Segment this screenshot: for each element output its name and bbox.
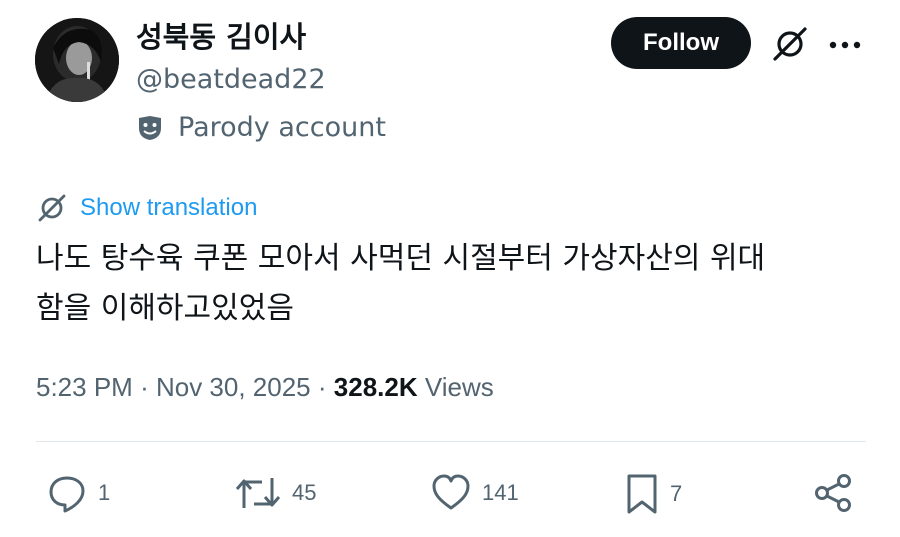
grok-icon[interactable] [770, 24, 810, 68]
avatar-image [35, 18, 119, 102]
follow-button[interactable]: Follow [611, 17, 751, 69]
like-count: 141 [482, 480, 519, 505]
grok-icon [38, 194, 66, 222]
divider [36, 441, 866, 442]
display-name[interactable]: 성북동 김이사 [136, 18, 306, 56]
views-count: 328.2K [333, 372, 418, 402]
bookmark-icon [627, 474, 657, 514]
parody-label: Parody account [178, 112, 386, 143]
bookmark-count: 7 [670, 481, 683, 506]
share-button[interactable] [812, 472, 854, 514]
reply-count: 1 [98, 480, 111, 505]
user-handle[interactable]: @beatdead22 [136, 62, 326, 98]
tweet-time[interactable]: 5:23 PM [36, 372, 133, 402]
show-translation-link[interactable]: Show translation [36, 192, 257, 224]
heart-icon [432, 474, 470, 510]
bookmark-button[interactable]: 7 [624, 472, 682, 516]
show-translation-label[interactable]: Show translation [80, 192, 257, 224]
parody-badge: Parody account [136, 110, 386, 146]
like-button[interactable]: 141 [430, 472, 519, 514]
tweet-date[interactable]: Nov 30, 2025 [156, 372, 311, 402]
tweet-text: 나도 탕수육 쿠폰 모아서 사먹던 시절부터 가상자산의 위대 함을 이해하고있… [36, 234, 876, 334]
share-icon [815, 474, 851, 512]
avatar[interactable] [35, 18, 119, 102]
theater-masks-icon [139, 116, 161, 140]
meta-separator: · [317, 372, 327, 402]
reply-button[interactable]: 1 [46, 472, 110, 514]
more-icon[interactable] [828, 36, 862, 55]
tweet-text-line: 함을 이해하고있었음 [36, 291, 294, 326]
repost-count: 45 [292, 480, 317, 505]
reply-icon [49, 476, 85, 513]
views-label: Views [424, 372, 494, 402]
meta-separator: · [140, 372, 149, 402]
tweet-text-line: 나도 탕수육 쿠폰 모아서 사먹던 시절부터 가상자산의 위대 [36, 241, 766, 276]
tweet-meta: 5:23 PM · Nov 30, 2025 · 328.2K Views [36, 369, 494, 405]
repost-button[interactable]: 45 [234, 472, 316, 514]
repost-icon [235, 478, 281, 508]
